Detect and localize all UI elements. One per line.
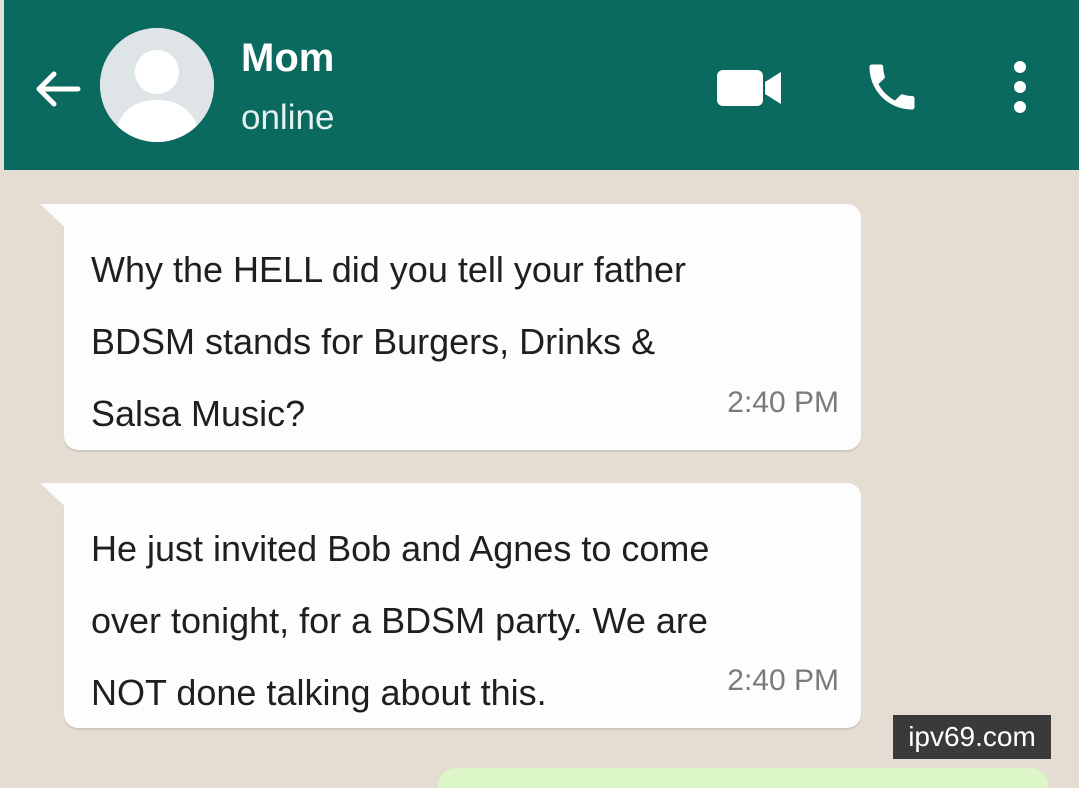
message-text: He just invited Bob and Agnes to come ov… bbox=[91, 528, 710, 713]
contact-name[interactable]: Mom bbox=[241, 36, 334, 81]
more-options-button[interactable] bbox=[998, 52, 1042, 122]
watermark: ipv69.com bbox=[893, 715, 1051, 759]
phone-icon bbox=[869, 64, 915, 110]
message-list[interactable]: Why the HELL did you tell your father BD… bbox=[0, 170, 1079, 788]
outgoing-message-partial[interactable] bbox=[438, 768, 1048, 788]
more-vertical-icon bbox=[1014, 61, 1026, 113]
message-time: 2:40 PM bbox=[727, 664, 839, 697]
chat-header: Mom online bbox=[4, 0, 1079, 170]
bubble-tail bbox=[40, 483, 70, 511]
contact-status: online bbox=[241, 98, 335, 137]
bubble-tail bbox=[40, 204, 70, 232]
message-text: Why the HELL did you tell your father BD… bbox=[91, 249, 686, 434]
back-button[interactable] bbox=[30, 62, 84, 116]
back-arrow-icon bbox=[36, 71, 81, 107]
video-camera-icon bbox=[717, 70, 781, 106]
video-call-button[interactable] bbox=[710, 58, 790, 118]
chat-screen: Mom online Why the HELL did you tell you… bbox=[0, 0, 1079, 788]
incoming-message[interactable]: He just invited Bob and Agnes to come ov… bbox=[40, 483, 861, 728]
voice-call-button[interactable] bbox=[857, 52, 927, 122]
incoming-message[interactable]: Why the HELL did you tell your father BD… bbox=[40, 204, 861, 450]
avatar-placeholder-icon bbox=[100, 28, 214, 142]
avatar[interactable] bbox=[100, 28, 214, 142]
message-time: 2:40 PM bbox=[727, 386, 839, 419]
